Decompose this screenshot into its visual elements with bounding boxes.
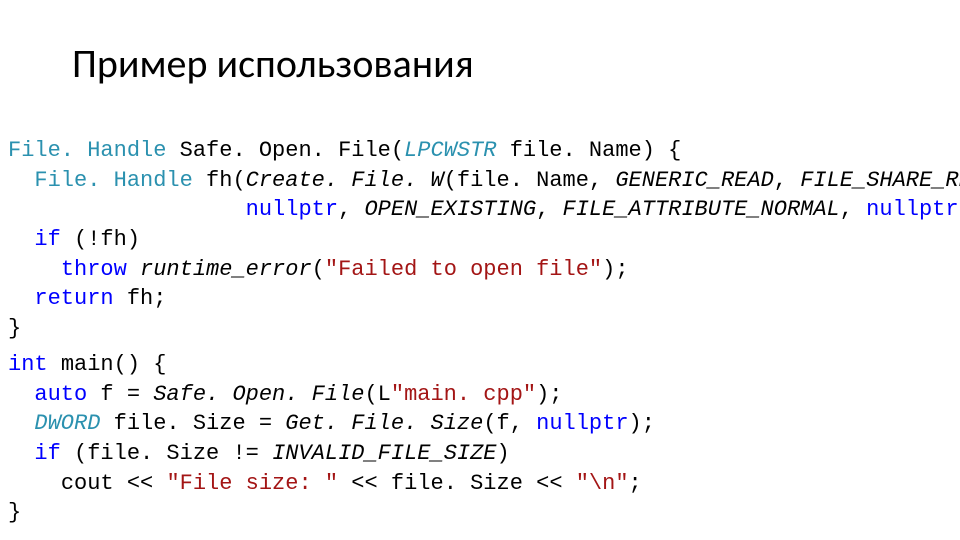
const-genericread: GENERIC_READ <box>615 168 773 193</box>
call-getfilesize: Get. File. Size <box>285 411 483 436</box>
const-openexisting: OPEN_EXISTING <box>364 197 536 222</box>
type-filehandle: File. Handle <box>8 138 166 163</box>
type-lpcwstr: LPCWSTR <box>404 138 496 163</box>
str-failed: "Failed to open file" <box>325 257 602 282</box>
assign-f: f = <box>100 382 153 407</box>
slide: Пример использования File. Handle Safe. … <box>0 0 960 540</box>
cond-notfh: (!fh) <box>74 227 140 252</box>
str-maincpp: "main. cpp" <box>391 382 536 407</box>
kw-auto: auto <box>34 382 87 407</box>
kw-if: if <box>34 227 60 252</box>
kw-int: int <box>8 352 48 377</box>
str-newline: "\n" <box>576 471 629 496</box>
const-fileattrnormal: FILE_ATTRIBUTE_NORMAL <box>563 197 840 222</box>
kw-throw: throw <box>61 257 127 282</box>
const-invalidfilesize: INVALID_FILE_SIZE <box>272 441 496 466</box>
id-cout: cout <box>61 471 114 496</box>
var-filesize3: file. Size <box>391 471 523 496</box>
var-filesize2: file. Size <box>87 441 219 466</box>
code-block-2: int main() { auto f = Safe. Open. File(L… <box>8 350 655 528</box>
call-createfilew: Create. File. W <box>246 168 444 193</box>
kw-nullptr3: nullptr <box>536 411 628 436</box>
call-runtimeerror: runtime_error <box>140 257 312 282</box>
fn-main: main <box>61 352 114 377</box>
type-filehandle2: File. Handle <box>34 168 192 193</box>
var-fh: fh <box>206 168 232 193</box>
kw-nullptr2: nullptr <box>866 197 958 222</box>
arg-filename: file. Name <box>457 168 589 193</box>
str-filesize: "File size: " <box>166 471 338 496</box>
arg-f: f <box>497 411 510 436</box>
kw-return: return <box>34 286 113 311</box>
ret-fh: fh <box>127 286 153 311</box>
slide-title: Пример использования <box>72 42 474 86</box>
lprefix: L <box>378 382 391 407</box>
type-dword: DWORD <box>34 411 100 436</box>
kw-if2: if <box>34 441 60 466</box>
param-filename: file. Name <box>510 138 642 163</box>
fn-safeopen: Safe. Open. File <box>180 138 391 163</box>
const-fileshareread: FILE_SHARE_READ <box>800 168 960 193</box>
var-filesize: file. Size <box>114 411 246 436</box>
kw-nullptr1: nullptr <box>246 197 338 222</box>
call-safeopen: Safe. Open. File <box>153 382 364 407</box>
code-block-1: File. Handle Safe. Open. File(LPCWSTR fi… <box>8 136 960 344</box>
